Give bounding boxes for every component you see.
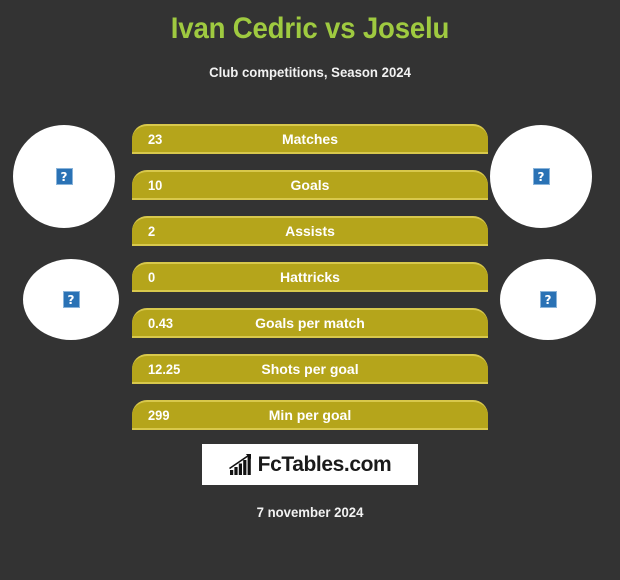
comparison-infographic: Ivan Cedric vs Joselu Club competitions,… (0, 0, 620, 580)
broken-image-icon: ? (62, 291, 80, 308)
stat-bar: 0 Hattricks (132, 262, 488, 292)
stat-bar: 299 Min per goal (132, 400, 488, 430)
footer-date: 7 november 2024 (256, 504, 364, 520)
page-subtitle: Club competitions, Season 2024 (209, 64, 411, 80)
fctables-logo-text: FcTables.com (257, 453, 392, 476)
stat-bar: 2 Assists (132, 216, 488, 246)
broken-image-icon: ? (532, 168, 550, 185)
bar-chart-trend-icon (228, 453, 251, 475)
stat-bar-label: Assists (285, 223, 335, 239)
right-player-photo-bottom: ? (500, 259, 596, 340)
broken-image-icon: ? (55, 168, 73, 185)
page-title: Ivan Cedric vs Joselu (170, 12, 450, 45)
stats-bar-list: 23 Matches 10 Goals 2 Assists 0 Hattricks 0.43 Go… (132, 124, 488, 446)
stat-bar: 12.25 Shots per goal (132, 354, 488, 384)
stat-bar-label: Min per goal (268, 407, 352, 423)
stat-bar-label: Goals per match (255, 315, 365, 331)
stat-bar-label: Matches (281, 131, 339, 147)
stat-bar-label: Goals (290, 177, 330, 193)
fctables-logo[interactable]: FcTables.com (202, 444, 418, 485)
stat-bar-label: Shots per goal (261, 361, 359, 377)
broken-image-icon: ? (539, 291, 557, 308)
stat-bar-label: Hattricks (280, 269, 340, 285)
stat-bar: 23 Matches (132, 124, 488, 154)
right-player-photo-top: ? (490, 125, 592, 228)
stat-bar: 0.43 Goals per match (132, 308, 488, 338)
left-player-photo-top: ? (13, 125, 115, 228)
left-player-photo-bottom: ? (23, 259, 119, 340)
stat-bar: 10 Goals (132, 170, 488, 200)
